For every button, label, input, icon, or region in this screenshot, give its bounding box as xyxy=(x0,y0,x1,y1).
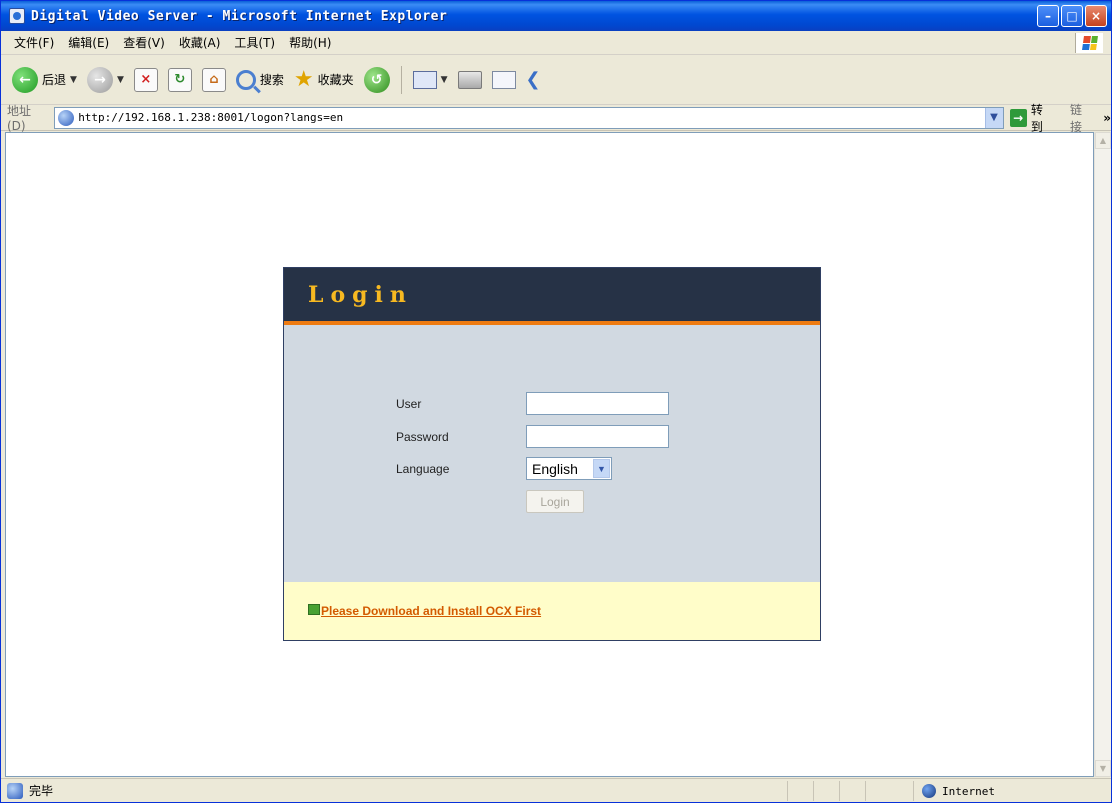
window-title: Digital Video Server - Microsoft Interne… xyxy=(31,8,448,24)
language-label: Language xyxy=(396,461,450,476)
menu-view[interactable]: 查看(V) xyxy=(116,33,172,53)
login-button[interactable]: Login xyxy=(526,490,584,513)
address-label: 地址(D) xyxy=(7,104,32,133)
menu-tools[interactable]: 工具(T) xyxy=(227,33,282,53)
globe-icon xyxy=(922,784,936,798)
search-icon xyxy=(235,69,256,90)
menu-edit[interactable]: 编辑(E) xyxy=(61,33,116,53)
mail-dropdown-icon[interactable]: ▼ xyxy=(441,75,448,85)
edit-icon xyxy=(491,70,516,89)
login-title: Login xyxy=(308,281,413,308)
address-dropdown-icon[interactable]: ▼ xyxy=(984,107,1003,128)
forward-button[interactable]: → ▼ xyxy=(84,62,127,98)
download-notice: Please Download and Install OCX First xyxy=(284,582,820,640)
menu-bar: 文件(F) 编辑(E) 查看(V) 收藏(A) 工具(T) 帮助(H) xyxy=(1,31,1111,55)
page-icon xyxy=(58,109,75,126)
toolbar-separator xyxy=(400,65,402,94)
refresh-icon: ↻ xyxy=(167,67,192,92)
title-bar[interactable]: Digital Video Server - Microsoft Interne… xyxy=(1,1,1111,31)
stop-icon: × xyxy=(133,67,158,92)
menu-help[interactable]: 帮助(H) xyxy=(282,33,338,53)
search-button[interactable]: 搜索 xyxy=(233,62,287,98)
security-zone: Internet xyxy=(913,781,1109,801)
back-button[interactable]: ← 后退 ▼ xyxy=(9,62,80,98)
window-controls: – □ × xyxy=(1037,5,1107,27)
user-row: User xyxy=(396,392,669,415)
address-input[interactable]: http://192.168.1.238:8001/logon?langs=en… xyxy=(54,106,1004,129)
password-label: Password xyxy=(396,429,449,444)
language-select[interactable]: English ▼ xyxy=(526,457,612,480)
menu-file[interactable]: 文件(F) xyxy=(7,33,61,53)
mail-button[interactable]: ▼ xyxy=(410,62,451,98)
forward-dropdown-icon[interactable]: ▼ xyxy=(117,75,124,85)
status-panel xyxy=(813,781,839,801)
language-row: Language English ▼ xyxy=(396,457,612,480)
status-panel xyxy=(865,781,891,801)
print-button[interactable] xyxy=(455,62,485,98)
address-bar: 地址(D) http://192.168.1.238:8001/logon?la… xyxy=(1,103,1111,134)
login-header: Login xyxy=(284,268,820,325)
mail-icon xyxy=(412,70,437,89)
status-panels xyxy=(787,781,891,801)
chevron-down-icon[interactable]: ▼ xyxy=(593,459,610,478)
back-arrow-icon: ← xyxy=(12,66,38,93)
back-dropdown-icon[interactable]: ▼ xyxy=(70,75,77,85)
edit-button[interactable] xyxy=(489,62,519,98)
messenger-icon: ❮ xyxy=(525,68,541,90)
language-value: English xyxy=(532,460,578,477)
home-icon: ⌂ xyxy=(201,67,226,92)
stop-button[interactable]: × xyxy=(131,62,161,98)
favorites-label: 收藏夹 xyxy=(317,73,354,87)
password-row: Password xyxy=(396,425,669,448)
download-ocx-link[interactable]: Please Download and Install OCX First xyxy=(321,604,541,618)
browser-window: Digital Video Server - Microsoft Interne… xyxy=(0,0,1112,803)
scroll-up-icon[interactable]: ▲ xyxy=(1095,132,1111,149)
user-label: User xyxy=(396,396,422,411)
favorites-button[interactable]: ★ 收藏夹 xyxy=(291,62,357,98)
ie-page-icon xyxy=(9,8,25,24)
status-panel xyxy=(839,781,865,801)
scroll-down-icon[interactable]: ▼ xyxy=(1095,760,1111,777)
status-text: 完毕 xyxy=(29,784,54,798)
links-chevron-icon[interactable]: » xyxy=(1103,111,1111,125)
go-button[interactable]: → 转到 xyxy=(1009,101,1054,135)
page-done-icon xyxy=(7,782,23,799)
password-input[interactable] xyxy=(526,425,669,448)
back-label: 后退 xyxy=(42,73,67,87)
history-button[interactable]: ↺ xyxy=(361,62,393,98)
search-label: 搜索 xyxy=(259,73,284,87)
home-button[interactable]: ⌂ xyxy=(199,62,229,98)
maximize-button[interactable]: □ xyxy=(1061,5,1083,27)
status-bar: 完毕 Internet xyxy=(1,778,1111,802)
menu-favorites[interactable]: 收藏(A) xyxy=(172,33,228,53)
go-arrow-icon: → xyxy=(1009,108,1027,127)
login-panel: Login User Password Language English ▼ L… xyxy=(283,267,821,641)
printer-icon xyxy=(457,70,482,89)
links-label[interactable]: 链接 xyxy=(1070,101,1093,135)
go-label: 转到 xyxy=(1030,102,1043,134)
windows-logo-icon xyxy=(1075,33,1103,53)
page-content: Login User Password Language English ▼ L… xyxy=(5,132,1094,777)
status-panel xyxy=(787,781,813,801)
forward-arrow-icon: → xyxy=(86,66,113,93)
messenger-button[interactable]: ❮ xyxy=(523,62,553,98)
close-button[interactable]: × xyxy=(1085,5,1107,27)
vertical-scrollbar[interactable]: ▲ ▼ xyxy=(1094,132,1111,777)
download-icon xyxy=(308,603,320,615)
refresh-button[interactable]: ↻ xyxy=(165,62,195,98)
history-icon: ↺ xyxy=(363,66,390,93)
zone-label: Internet xyxy=(942,784,995,798)
minimize-button[interactable]: – xyxy=(1037,5,1059,27)
standard-toolbar: ← 后退 ▼ → ▼ × ↻ ⌂ 搜索 ★ 收藏夹 ↺ ▼ ❮ xyxy=(1,55,1111,105)
user-input[interactable] xyxy=(526,392,669,415)
favorites-star-icon: ★ xyxy=(293,67,314,92)
login-form: User Password Language English ▼ Login xyxy=(284,329,820,583)
address-url[interactable]: http://192.168.1.238:8001/logon?langs=en xyxy=(78,111,343,124)
